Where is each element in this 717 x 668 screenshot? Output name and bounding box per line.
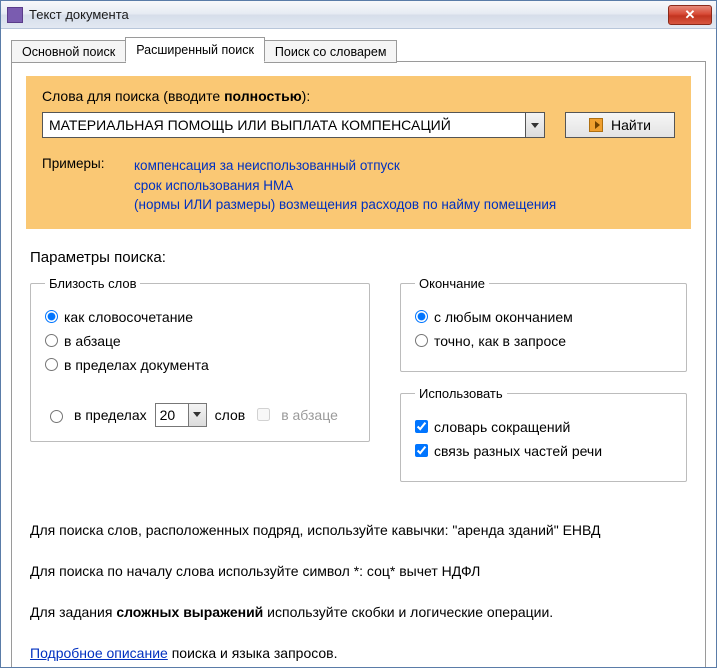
hint-complex: Для задания сложных выражений используйт… [30, 602, 687, 623]
proximity-group: Близость слов как словосочетание в абзац… [30, 276, 370, 442]
dialog-window: Текст документа ✕ Основной поиск Расшире… [0, 0, 717, 668]
example-item: (нормы ИЛИ размеры) возмещения расходов … [134, 195, 556, 215]
search-heading-prefix: Слова для поиска (вводите [42, 88, 224, 104]
hint-link-suffix: поиска и языка запросов. [168, 645, 338, 661]
ending-radio-exact[interactable]: точно, как в запросе [415, 333, 672, 349]
examples-label: Примеры: [42, 156, 134, 215]
within-count-input[interactable] [155, 403, 189, 427]
window-title: Текст документа [29, 7, 668, 22]
search-heading-bold: полностью [224, 88, 302, 104]
proximity-radio-paragraph[interactable]: в абзаце [45, 333, 355, 349]
search-dropdown-button[interactable] [525, 112, 545, 138]
find-icon [589, 118, 603, 132]
use-check-pos[interactable]: связь разных частей речи [415, 443, 672, 459]
use-check-abbrev-input[interactable] [415, 420, 428, 433]
tab-panel-extended: Слова для поиска (вводите полностью): На… [11, 61, 706, 667]
titlebar: Текст документа ✕ [1, 1, 716, 29]
use-legend: Использовать [415, 386, 507, 401]
proximity-radio-phrase-label: как словосочетание [64, 309, 193, 325]
proximity-within-prefix: в пределах [74, 407, 147, 423]
examples-block: Примеры: компенсация за неиспользованный… [42, 156, 675, 215]
close-button[interactable]: ✕ [668, 5, 712, 25]
within-count-dropdown[interactable] [189, 403, 207, 427]
chevron-down-icon [531, 123, 539, 128]
params-grid: Близость слов как словосочетание в абзац… [26, 276, 691, 496]
ending-radio-any[interactable]: с любым окончанием [415, 309, 672, 325]
use-group: Использовать словарь сокращений связь ра… [400, 386, 687, 482]
proximity-radio-document[interactable]: в пределах документа [45, 357, 355, 373]
tab-strip: Основной поиск Расширенный поиск Поиск с… [11, 37, 706, 62]
within-paragraph-label: в абзаце [281, 407, 338, 423]
dialog-body: Основной поиск Расширенный поиск Поиск с… [1, 29, 716, 667]
proximity-legend: Близость слов [45, 276, 140, 291]
hint-link-row: Подробное описание поиска и языка запрос… [30, 643, 687, 664]
tab-basic-search[interactable]: Основной поиск [11, 40, 126, 63]
proximity-radio-paragraph-label: в абзаце [64, 333, 121, 349]
proximity-radio-document-input[interactable] [45, 358, 58, 371]
search-heading: Слова для поиска (вводите полностью): [42, 88, 675, 104]
ending-radio-exact-label: точно, как в запросе [434, 333, 566, 349]
proximity-radio-phrase[interactable]: как словосочетание [45, 309, 355, 325]
hint-complex-suffix: используйте скобки и логические операции… [263, 604, 553, 620]
hint-quotes: Для поиска слов, расположенных подряд, и… [30, 520, 687, 541]
use-check-pos-input[interactable] [415, 444, 428, 457]
examples-list: компенсация за неиспользованный отпуск с… [134, 156, 556, 215]
within-paragraph-checkbox [257, 408, 270, 421]
use-check-pos-label: связь разных частей речи [434, 443, 602, 459]
params-col-left: Близость слов как словосочетание в абзац… [30, 276, 370, 496]
search-heading-suffix: ): [302, 88, 311, 104]
params-col-right: Окончание с любым окончанием точно, как … [400, 276, 687, 496]
proximity-radio-within-input[interactable] [50, 410, 63, 423]
use-check-abbrev-label: словарь сокращений [434, 419, 570, 435]
ending-radio-any-label: с любым окончанием [434, 309, 573, 325]
tab-dictionary-search[interactable]: Поиск со словарем [264, 40, 398, 63]
ending-legend: Окончание [415, 276, 489, 291]
use-check-abbrev[interactable]: словарь сокращений [415, 419, 672, 435]
proximity-within-row: в пределах слов в абзаце [45, 403, 355, 427]
find-button[interactable]: Найти [565, 112, 675, 138]
proximity-radio-document-label: в пределах документа [64, 357, 209, 373]
hint-wildcard: Для поиска по началу слова используйте с… [30, 561, 687, 582]
chevron-down-icon [193, 412, 201, 417]
tab-extended-search[interactable]: Расширенный поиск [125, 37, 265, 62]
search-combobox [42, 112, 545, 138]
search-input[interactable] [42, 112, 525, 138]
example-item: компенсация за неиспользованный отпуск [134, 156, 556, 176]
search-row: Найти [42, 112, 675, 138]
ending-radio-any-input[interactable] [415, 310, 428, 323]
proximity-within-words: слов [215, 407, 246, 423]
proximity-radio-paragraph-input[interactable] [45, 334, 58, 347]
close-icon: ✕ [685, 7, 696, 23]
proximity-radio-phrase-input[interactable] [45, 310, 58, 323]
app-icon [7, 7, 23, 23]
hint-complex-prefix: Для задания [30, 604, 116, 620]
params-heading: Параметры поиска: [30, 249, 691, 266]
ending-radio-exact-input[interactable] [415, 334, 428, 347]
find-button-label: Найти [611, 117, 651, 133]
within-count-spinner [155, 403, 207, 427]
hint-complex-bold: сложных выражений [116, 604, 263, 620]
detailed-description-link[interactable]: Подробное описание [30, 645, 168, 661]
ending-group: Окончание с любым окончанием точно, как … [400, 276, 687, 372]
hints-block: Для поиска слов, расположенных подряд, и… [26, 520, 691, 664]
example-item: срок использования НМА [134, 176, 556, 196]
search-panel: Слова для поиска (вводите полностью): На… [26, 76, 691, 229]
